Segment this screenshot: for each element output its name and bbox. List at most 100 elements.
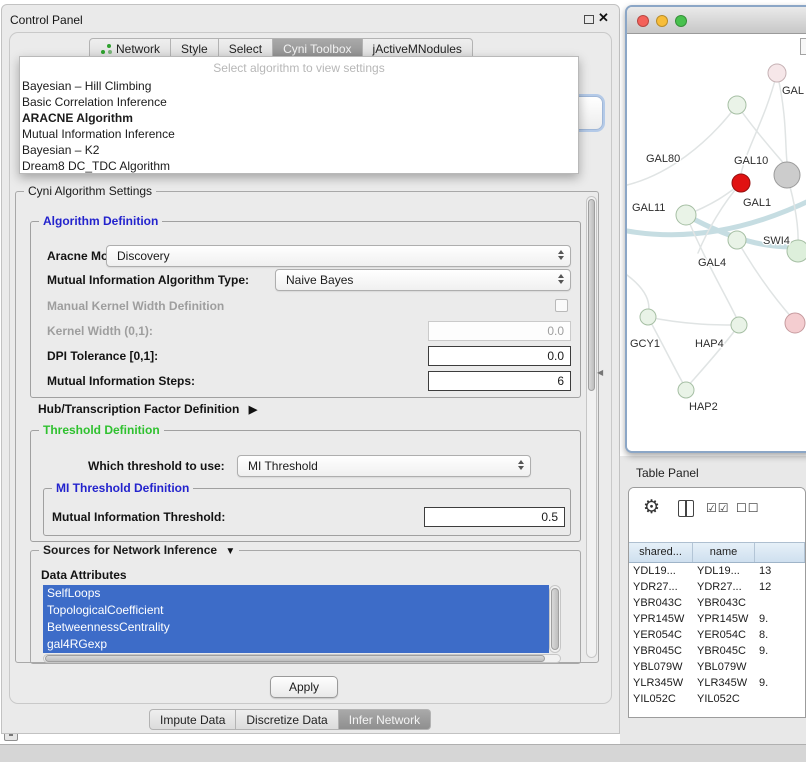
mi-steps-label: Mutual Information Steps: [47, 374, 195, 388]
bottom-status-strip [0, 744, 806, 762]
dpi-tolerance-input[interactable]: 0.0 [428, 346, 571, 366]
table-cell: YDL19... [693, 563, 755, 579]
mi-threshold-title: MI Threshold Definition [52, 481, 193, 495]
hub-section-toggle[interactable]: Hub/Transcription Factor Definition ▶ [38, 402, 257, 416]
close-button[interactable] [637, 15, 649, 27]
table-row[interactable]: YDL19...YDL19...13 [629, 563, 805, 579]
attribute-item[interactable]: SelfLoops [43, 585, 549, 602]
table-row[interactable]: YIL052CYIL052C [629, 691, 805, 707]
network-node[interactable] [728, 96, 746, 114]
bottom-tab-impute-data[interactable]: Impute Data [149, 709, 236, 730]
close-icon[interactable]: ✕ [598, 10, 609, 26]
table-cell: YIL052C [629, 691, 693, 707]
attribute-item[interactable]: BetweennessCentrality [43, 619, 549, 636]
deselect-all-icon[interactable]: ☐☐ [736, 501, 760, 515]
bottom-tab-infer-network[interactable]: Infer Network [339, 709, 431, 730]
network-canvas[interactable]: GALGAL80GAL10GAL11GAL1SWI4GAL4GCY1HAP4HA… [627, 35, 806, 451]
network-node[interactable] [640, 309, 656, 325]
network-node-label: SWI4 [763, 235, 790, 247]
table-cell: 9. [755, 675, 805, 691]
combo-arrows-icon [558, 250, 564, 260]
table-cell: YBR045C [693, 643, 755, 659]
threshold-definition-group: Threshold Definition Which threshold to … [30, 430, 581, 542]
attributes-vertical-thumb[interactable] [551, 588, 559, 650]
table-cell: 13 [755, 563, 805, 579]
table-cell: 8. [755, 627, 805, 643]
table-cell: YIL052C [693, 691, 755, 707]
apply-button[interactable]: Apply [270, 676, 338, 698]
table-panel-title: Table Panel [636, 466, 699, 480]
mi-type-label: Mutual Information Algorithm Type: [47, 273, 249, 287]
manual-kernel-checkbox[interactable] [555, 299, 568, 312]
which-threshold-select[interactable]: MI Threshold [237, 455, 531, 477]
network-node[interactable] [768, 64, 786, 82]
zoom-button[interactable] [675, 15, 687, 27]
bottom-tab-label: Infer Network [349, 713, 420, 727]
algorithm-option-bayesian-k2[interactable]: Bayesian – K2 [20, 142, 578, 158]
select-all-icon[interactable]: ☑☑ [706, 501, 730, 515]
table-row[interactable]: YBR043CYBR043C [629, 595, 805, 611]
attribute-item[interactable]: gal4RGexp [43, 636, 549, 653]
minimize-button[interactable] [656, 15, 668, 27]
algorithm-option-mutual-information-inference[interactable]: Mutual Information Inference [20, 126, 578, 142]
table-panel-window: ⚙ ☑☑ ☐☐ shared... name YDL19...YDL19...1… [628, 487, 806, 718]
combo-arrows-icon [518, 460, 524, 470]
network-node[interactable] [678, 382, 694, 398]
network-scrollbar-top[interactable] [800, 38, 806, 55]
network-node-label: GAL80 [646, 153, 680, 165]
table-row[interactable]: YDR27...YDR27...12 [629, 579, 805, 595]
mi-threshold-input[interactable]: 0.5 [424, 507, 565, 527]
expand-arrow-icon: ▶ [249, 403, 257, 416]
table-row[interactable]: YLR345WYLR345W9. [629, 675, 805, 691]
sources-toggle[interactable]: Sources for Network Inference ▼ [39, 543, 239, 557]
network-node[interactable] [785, 313, 805, 333]
attributes-horizontal-scrollbar[interactable] [43, 654, 561, 663]
float-window-icon[interactable] [584, 15, 594, 24]
algorithm-option-bayesian-hill-climbing[interactable]: Bayesian – Hill Climbing [20, 78, 578, 94]
table-row[interactable]: YPR145WYPR145W9. [629, 611, 805, 627]
column-header-name[interactable]: name [693, 543, 755, 562]
table-row[interactable]: YER054CYER054C8. [629, 627, 805, 643]
column-header-shared[interactable]: shared... [629, 543, 693, 562]
bottom-tab-label: Impute Data [160, 713, 225, 727]
bottom-tab-label: Discretize Data [246, 713, 327, 727]
network-node-label: HAP4 [695, 338, 724, 350]
column-header-extra[interactable] [755, 543, 805, 562]
attributes-horizontal-thumb[interactable] [45, 655, 545, 662]
settings-scrollbar[interactable] [586, 196, 597, 658]
network-node[interactable] [774, 162, 800, 188]
cyni-algorithm-settings-group: Cyni Algorithm Settings Algorithm Defini… [15, 191, 599, 663]
aracne-mode-select[interactable]: Discovery [106, 245, 571, 267]
tab-label: Select [229, 42, 262, 56]
table-cell: YLR345W [693, 675, 755, 691]
data-attributes-list: SelfLoopsTopologicalCoefficientBetweenne… [43, 585, 549, 653]
network-window-titlebar[interactable] [627, 7, 806, 34]
algorithm-option-basic-correlation-inference[interactable]: Basic Correlation Inference [20, 94, 578, 110]
network-node[interactable] [731, 317, 747, 333]
network-node[interactable] [732, 174, 750, 192]
network-node[interactable] [676, 205, 696, 225]
table-row[interactable]: YBR045CYBR045C9. [629, 643, 805, 659]
settings-gear-icon[interactable]: ⚙ [643, 496, 660, 519]
network-edge [648, 317, 685, 387]
sources-group: Sources for Network Inference ▼ Data Att… [30, 550, 581, 664]
algorithm-option-dream8-dc-tdc-algorithm[interactable]: Dream8 DC_TDC Algorithm [20, 158, 578, 174]
settings-scrollbar-thumb[interactable] [588, 199, 595, 391]
column-selector-icon[interactable] [678, 500, 694, 517]
bottom-tab-discretize-data[interactable]: Discretize Data [236, 709, 338, 730]
table-row[interactable]: YBL079WYBL079W [629, 659, 805, 675]
algorithm-option-aracne-algorithm[interactable]: ARACNE Algorithm [20, 110, 578, 126]
network-node-label: GAL1 [743, 197, 771, 209]
network-node-label: GAL10 [734, 155, 768, 167]
sources-label: Sources for Network Inference [43, 543, 217, 557]
tab-label: jActiveMNodules [373, 42, 462, 56]
attribute-item[interactable]: TopologicalCoefficient [43, 602, 549, 619]
mi-steps-input[interactable]: 6 [428, 371, 571, 391]
mi-type-select[interactable]: Naive Bayes [275, 269, 571, 291]
attributes-vertical-scrollbar[interactable] [549, 585, 561, 653]
panel-collapse-arrow-icon[interactable]: ◀ [597, 368, 603, 377]
network-node[interactable] [728, 231, 746, 249]
table-cell: YER054C [629, 627, 693, 643]
algorithm-list: Bayesian – Hill ClimbingBasic Correlatio… [20, 78, 578, 174]
kernel-width-input[interactable]: 0.0 [428, 321, 571, 341]
